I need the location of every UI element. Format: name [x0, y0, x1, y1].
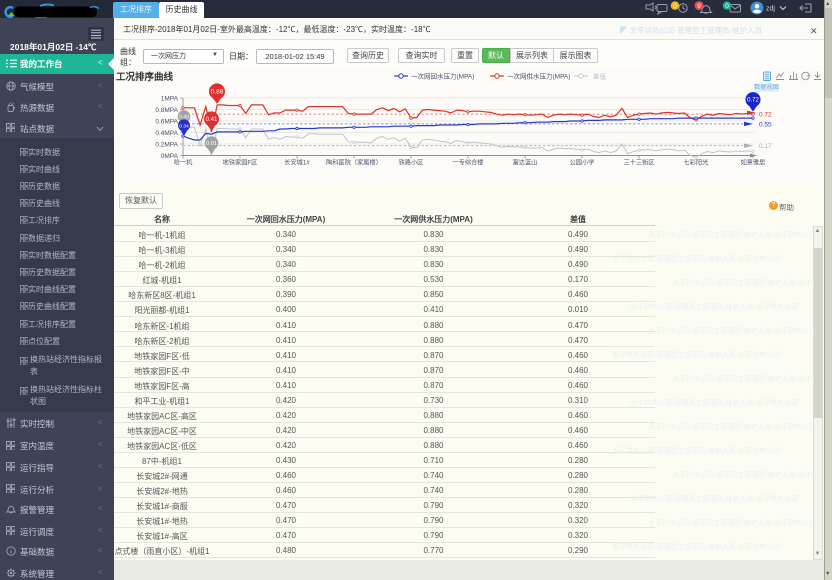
- svg-text:0.2MPA: 0.2MPA: [155, 141, 178, 148]
- svg-text:0.72: 0.72: [759, 112, 772, 119]
- svg-text:陶科医院（家属楼）: 陶科医院（家属楼）: [326, 159, 382, 167]
- svg-text:0.41: 0.41: [206, 116, 218, 123]
- svg-text:差值: 差值: [593, 71, 607, 80]
- svg-text:0MPA: 0MPA: [161, 153, 179, 160]
- svg-text:一次网回水压力(MPA): 一次网回水压力(MPA): [411, 71, 474, 80]
- svg-text:9: 9: [697, 3, 701, 10]
- svg-text:地铁家园F区: 地铁家园F区: [223, 159, 258, 167]
- svg-text:富达蓝山: 富达蓝山: [513, 159, 538, 167]
- svg-text:0.17: 0.17: [759, 143, 772, 150]
- svg-text:公园小学: 公园小学: [570, 159, 595, 167]
- svg-text:铁路小区: 铁路小区: [399, 159, 424, 167]
- svg-text:三十三街区: 三十三街区: [624, 159, 655, 167]
- svg-text:七彩阳光: 七彩阳光: [684, 159, 709, 167]
- svg-text:0.01: 0.01: [206, 141, 217, 147]
- svg-text:1MPA: 1MPA: [161, 95, 179, 102]
- svg-text:一次网供水压力(MPA): 一次网供水压力(MPA): [507, 71, 570, 80]
- svg-text:一专综合楼: 一专综合楼: [453, 159, 484, 167]
- svg-text:0.6MPA: 0.6MPA: [155, 118, 178, 125]
- svg-text:zdj: zdj: [766, 5, 775, 12]
- svg-text:长安城1#: 长安城1#: [284, 159, 310, 167]
- svg-text:0.8MPA: 0.8MPA: [155, 107, 178, 114]
- svg-text:如意雅居: 如意雅居: [741, 159, 766, 167]
- svg-text:0: 0: [673, 3, 677, 10]
- svg-text:0.34: 0.34: [179, 123, 189, 129]
- svg-text:0.4MPA: 0.4MPA: [155, 130, 178, 137]
- svg-text:0.88: 0.88: [211, 88, 224, 95]
- svg-text:0.72: 0.72: [747, 97, 759, 104]
- svg-text:0: 0: [725, 3, 729, 10]
- svg-text:0.55: 0.55: [759, 121, 772, 128]
